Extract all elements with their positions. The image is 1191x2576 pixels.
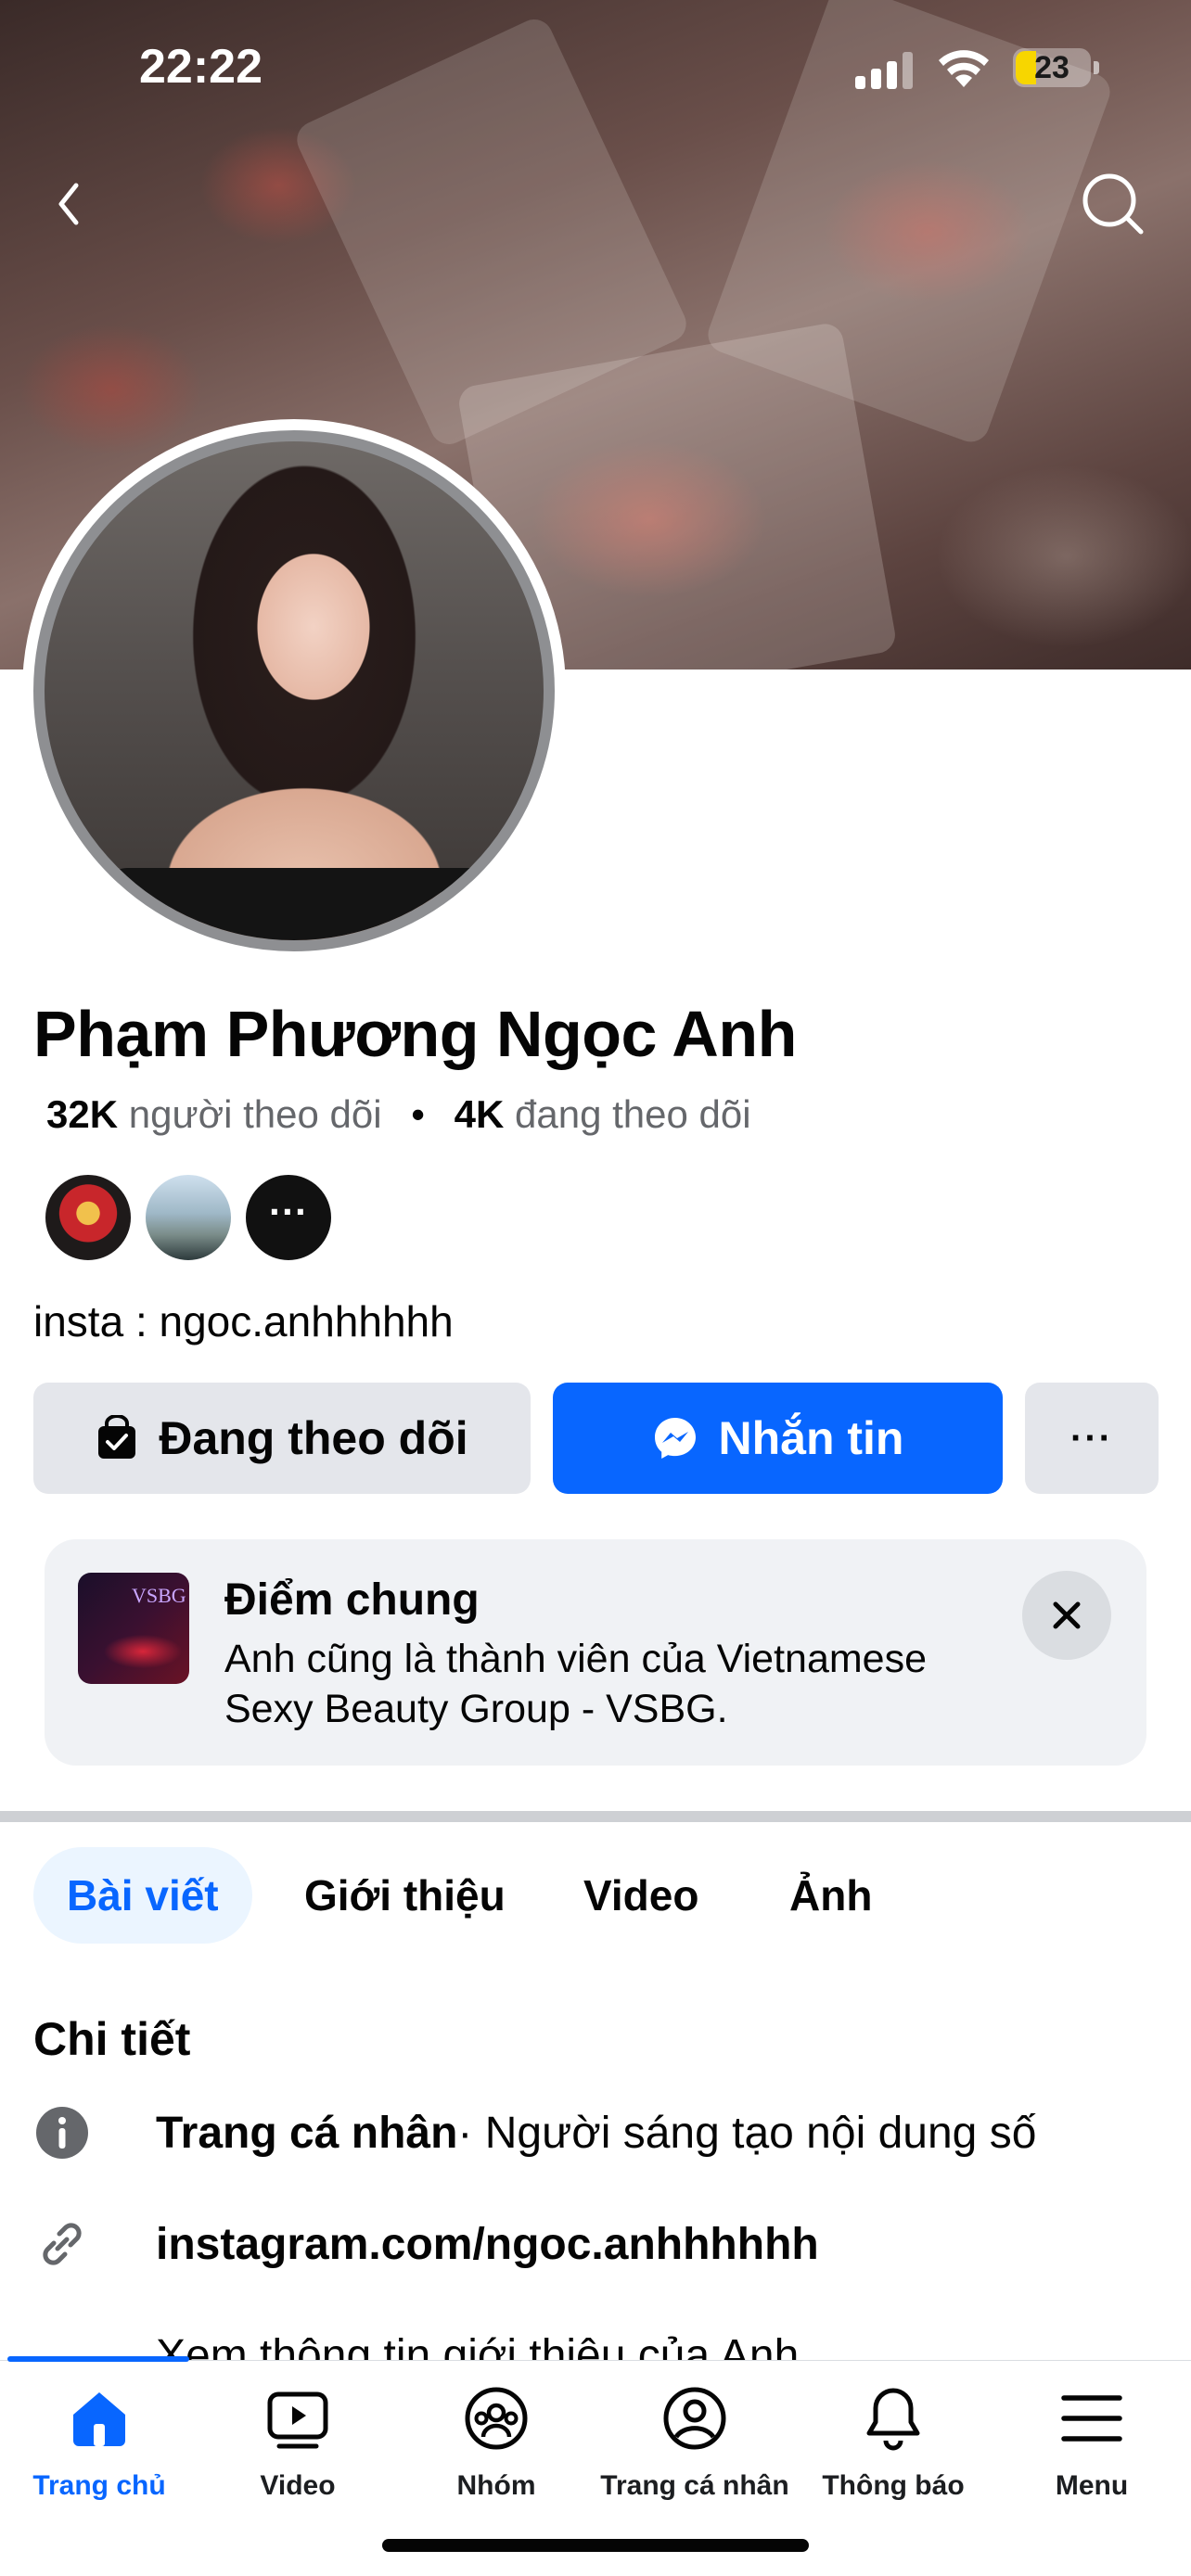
detail-about-text[interactable]: Xem thông tin giới thiệu của Anh [156, 2330, 799, 2360]
bell-icon [866, 2388, 920, 2451]
info-icon [36, 2107, 88, 2159]
video-icon [267, 2391, 328, 2449]
group-thumbnail-text: VSBG [132, 1584, 186, 1607]
status-time: 22:22 [139, 40, 263, 94]
detail-about-link[interactable]: Xem thông tin giới thiệu của Anh [33, 2323, 799, 2360]
tab-photos[interactable]: Ảnh [756, 1847, 905, 1944]
friend-avatar[interactable] [143, 1172, 234, 1263]
profile-name: Phạm Phương Ngọc Anh [33, 998, 797, 1070]
nav-notifications-label: Thông báo [822, 2470, 965, 2501]
details-title: Chi tiết [33, 2013, 191, 2065]
nav-groups[interactable]: Nhóm [397, 2383, 596, 2502]
more-options-button[interactable]: ··· [1025, 1383, 1159, 1494]
link-icon [43, 2223, 82, 2265]
mutual-card[interactable]: VSBG Điểm chung Anh cũng là thành viên c… [45, 1539, 1146, 1766]
search-icon[interactable] [1076, 167, 1150, 241]
nav-profile-label: Trang cá nhân [600, 2470, 789, 2501]
profile-bio: insta : ngoc.anhhhhhh [33, 1297, 454, 1345]
tab-about[interactable]: Giới thiệu [271, 1847, 539, 1944]
following-count[interactable]: 4K [455, 1092, 505, 1136]
cellular-signal-icon [855, 52, 913, 89]
tab-posts[interactable]: Bài viết [33, 1847, 252, 1944]
battery-level: 23 [1034, 50, 1069, 85]
mutual-title: Điểm chung [224, 1575, 480, 1625]
detail-page-type-value: · Người sáng tạo nội dung số [457, 2108, 1037, 2158]
detail-page-type-label: Trang cá nhân [156, 2108, 458, 2158]
following-label[interactable]: đang theo dõi [515, 1092, 751, 1136]
following-button[interactable]: Đang theo dõi [33, 1383, 531, 1494]
close-icon [1053, 1601, 1081, 1629]
nav-video[interactable]: Video [198, 2383, 397, 2502]
tab-video[interactable]: Video [550, 1847, 732, 1944]
following-check-icon [98, 1415, 136, 1459]
nav-menu[interactable]: Menu [992, 2383, 1191, 2502]
profile-icon [663, 2387, 726, 2450]
mutual-description: Anh cũng là thành viên của Vietnamese Se… [224, 1637, 928, 1731]
profile-avatar[interactable] [33, 430, 555, 951]
wifi-icon [939, 50, 989, 87]
group-thumbnail[interactable]: VSBG [78, 1573, 189, 1684]
nav-menu-label: Menu [1055, 2470, 1129, 2501]
active-tab-indicator [7, 2356, 189, 2362]
message-button-label: Nhắn tin [718, 1412, 904, 1464]
separator-dot: • [411, 1092, 425, 1136]
status-bar: 22:22 23 [0, 0, 1191, 139]
messenger-icon [654, 1418, 696, 1459]
menu-icon [1061, 2395, 1122, 2442]
more-friends-icon[interactable]: ··· [243, 1172, 334, 1263]
more-dots-icon: ··· [1070, 1417, 1113, 1459]
nav-notifications[interactable]: Thông báo [794, 2383, 992, 2502]
back-arrow-icon[interactable] [37, 167, 102, 241]
nav-home[interactable]: Trang chủ [0, 2383, 198, 2502]
home-indicator[interactable] [382, 2539, 809, 2552]
groups-icon [465, 2387, 528, 2450]
section-divider [0, 1811, 1191, 1822]
friend-avatar[interactable] [43, 1172, 134, 1263]
following-button-label: Đang theo dõi [159, 1412, 468, 1464]
follow-stats: 32K người theo dõi • 4K đang theo dõi [46, 1092, 751, 1137]
nav-video-label: Video [260, 2470, 336, 2501]
nav-profile[interactable]: Trang cá nhân [596, 2383, 794, 2502]
avatar-detail [100, 868, 508, 940]
detail-link[interactable]: instagram.com/ngoc.anhhhhhh [33, 2212, 819, 2276]
nav-groups-label: Nhóm [456, 2470, 536, 2501]
followers-count[interactable]: 32K [46, 1092, 118, 1136]
home-icon [73, 2392, 125, 2446]
close-button[interactable] [1022, 1571, 1111, 1660]
detail-page-type: Trang cá nhân · Người sáng tạo nội dung … [33, 2100, 1036, 2165]
followers-label[interactable]: người theo dõi [129, 1092, 382, 1136]
nav-home-label: Trang chủ [32, 2470, 166, 2501]
detail-link-text[interactable]: instagram.com/ngoc.anhhhhhh [156, 2219, 819, 2270]
battery-icon: 23 [1013, 48, 1099, 87]
message-button[interactable]: Nhắn tin [553, 1383, 1003, 1494]
